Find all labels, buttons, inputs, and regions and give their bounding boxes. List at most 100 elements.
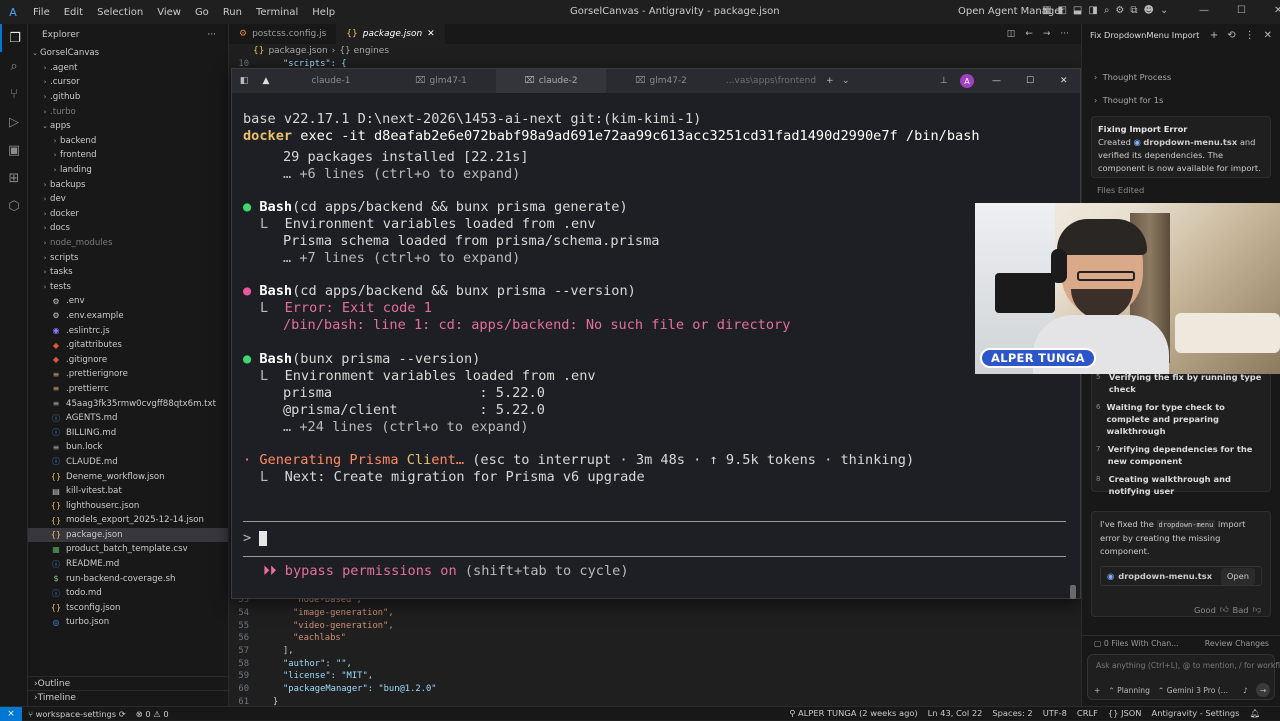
settings-gear-icon[interactable]: ⚙ [1115,5,1124,16]
more-actions-icon[interactable]: ⋮ [1245,30,1255,41]
file-item[interactable]: ◆ .gitattributes [28,338,228,353]
send-arrow-icon[interactable]: → [1256,683,1270,697]
add-context-plus-icon[interactable]: + [1094,686,1100,695]
maximize-icon[interactable]: ☐ [1237,5,1246,16]
file-item[interactable]: {} tsconfig.json [28,601,228,616]
more-actions-icon[interactable]: ··· [207,30,216,40]
terminal-tab-claude-1[interactable]: claude-1 [276,69,386,93]
review-changes-button[interactable]: Review Changes [1205,639,1269,648]
branch-status[interactable]: ⑂ workspace-settings ⟳ [22,709,126,719]
search-icon[interactable]: ⌕ [0,52,28,80]
mode-select[interactable]: ⌃ Planning [1108,686,1150,695]
terminal-input[interactable]: > [243,530,268,547]
terminal-tab-glm47-1[interactable]: ⌧ glm47-1 [386,69,496,93]
history-icon[interactable]: ⟲ [1227,30,1235,41]
fix-file-link[interactable]: dropdown-menu.tsx [1143,137,1237,147]
folder-item[interactable]: › backups [28,177,228,192]
file-item[interactable]: ◉ .eslintrc.js [28,323,228,338]
remote-explorer-icon[interactable]: ▣ [0,136,28,164]
folder-item[interactable]: › backend [28,134,228,149]
extensions-icon[interactable]: ⊞ [0,164,28,192]
toggle-secondary-icon[interactable]: ◨ [1088,5,1097,16]
folder-item[interactable]: › .cursor [28,75,228,90]
file-item[interactable]: ▤ kill-vitest.bat [28,484,228,499]
file-item[interactable]: ◎ turbo.json [28,615,228,630]
folder-item[interactable]: › frontend [28,148,228,163]
file-item[interactable]: ⚙ .env.example [28,309,228,324]
folder-item[interactable]: › scripts [28,250,228,265]
cursor-position[interactable]: Ln 43, Col 22 [928,708,983,719]
encoding[interactable]: UTF-8 [1043,708,1067,719]
folder-item[interactable]: › .github [28,90,228,105]
settings-status[interactable]: Antigravity - Settings [1152,708,1240,719]
chevron-down-icon[interactable]: ⌄ [1160,5,1168,16]
file-item[interactable]: ▦ product_batch_template.csv [28,542,228,557]
menu-terminal[interactable]: Terminal [249,7,305,18]
indentation[interactable]: Spaces: 2 [992,708,1032,719]
folder-item[interactable]: › node_modules [28,236,228,251]
problems-status[interactable]: ⊗ 0 ⚠ 0 [126,709,169,719]
layout-grid-icon[interactable]: ▦ [1042,5,1051,16]
menu-help[interactable]: Help [305,7,342,18]
breadcrumb-file[interactable]: package.json [268,46,327,56]
tab-postcss-config[interactable]: ⚙ postcss.config.js [229,24,336,44]
folder-item[interactable]: › landing [28,163,228,178]
extensions-icon[interactable]: ⧉ [1130,5,1137,16]
microphone-icon[interactable]: ♪ [1243,686,1248,695]
folder-item[interactable]: › docker [28,207,228,222]
close-window-icon[interactable]: ✕ [1274,5,1280,16]
line-endings[interactable]: CRLF [1077,708,1098,719]
file-item[interactable]: ⓘ CLAUDE.md [28,455,228,470]
menu-edit[interactable]: Edit [57,7,90,18]
file-item[interactable]: ◆ .gitignore [28,352,228,367]
minimize-icon[interactable]: — [1199,5,1209,16]
file-item[interactable]: ≡ .prettierrc [28,382,228,397]
timeline-section[interactable]: › Timeline [28,690,229,704]
file-chip[interactable]: ◉ dropdown-menu.tsx Open [1100,566,1262,586]
close-panel-icon[interactable]: ✕ [1264,30,1272,41]
folder-item[interactable]: › docs [28,221,228,236]
sidebar-toggle-icon[interactable]: ◧ [232,76,256,86]
file-item[interactable]: ⓘ BILLING.md [28,425,228,440]
open-file-button[interactable]: Open [1220,567,1255,585]
new-tab-plus-icon[interactable]: + [826,76,842,86]
good-feedback-button[interactable]: Good [1194,605,1216,615]
file-item[interactable]: {} lighthouserc.json [28,498,228,513]
terminal-scrollbar[interactable] [1070,585,1076,599]
thought-process-toggle[interactable]: › Thought Process [1094,72,1171,82]
model-select[interactable]: ⌃ Gemini 3 Pro (... [1158,686,1228,695]
menu-file[interactable]: File [26,7,57,18]
folder-item[interactable]: › tests [28,280,228,295]
new-chat-plus-icon[interactable]: + [1210,30,1218,41]
go-forward-icon[interactable]: → [1043,29,1051,39]
tab-package-json[interactable]: {} package.json ✕ [336,24,445,44]
toggle-sidebar-icon[interactable]: ◧ [1057,5,1066,16]
terminal-output[interactable]: base v22.17.1 D:\next-2026\1453-ai-next … [232,93,1080,599]
file-item[interactable]: ⓘ todo.md [28,586,228,601]
menu-go[interactable]: Go [188,7,216,18]
terminal-tab-glm47-2[interactable]: ⌧ glm47-2 [606,69,716,93]
folder-item[interactable]: › .turbo [28,104,228,119]
breadcrumb-symbol[interactable]: {} engines [339,46,389,56]
more-actions-icon[interactable]: ··· [1060,29,1069,39]
folder-item[interactable]: › dev [28,192,228,207]
file-item[interactable]: ⚙ .env [28,294,228,309]
bad-feedback-button[interactable]: Bad [1233,605,1249,615]
avatar[interactable]: A [960,74,974,88]
file-item[interactable]: ≡ .prettierignore [28,367,228,382]
terminal-tab-frontend[interactable]: ...vas\apps\frontend [716,69,826,93]
file-item[interactable]: ≡ bun.lock [28,440,228,455]
menu-run[interactable]: Run [216,7,249,18]
chat-input-box[interactable]: Ask anything (Ctrl+L), @ to mention, / f… [1087,654,1280,700]
file-item[interactable]: ⓘ README.md [28,557,228,572]
minimize-icon[interactable]: — [992,76,1026,86]
thumbs-up-icon[interactable]: 👍︎ [1220,604,1229,615]
folder-item[interactable]: ⌄ apps [28,119,228,134]
file-item[interactable]: ≡ 45aag3fk35rmw0cvgff88qtx6m.txt [28,396,228,411]
account-icon[interactable]: ☻ [1144,5,1154,16]
files-changed-label[interactable]: 0 Files With Chan... [1104,639,1179,648]
split-editor-icon[interactable]: ◫ [1007,29,1016,39]
tab-dropdown-icon[interactable]: ⌄ [842,76,858,86]
folder-item[interactable]: › tasks [28,265,228,280]
remote-indicator-icon[interactable]: ⨯ [0,706,22,721]
